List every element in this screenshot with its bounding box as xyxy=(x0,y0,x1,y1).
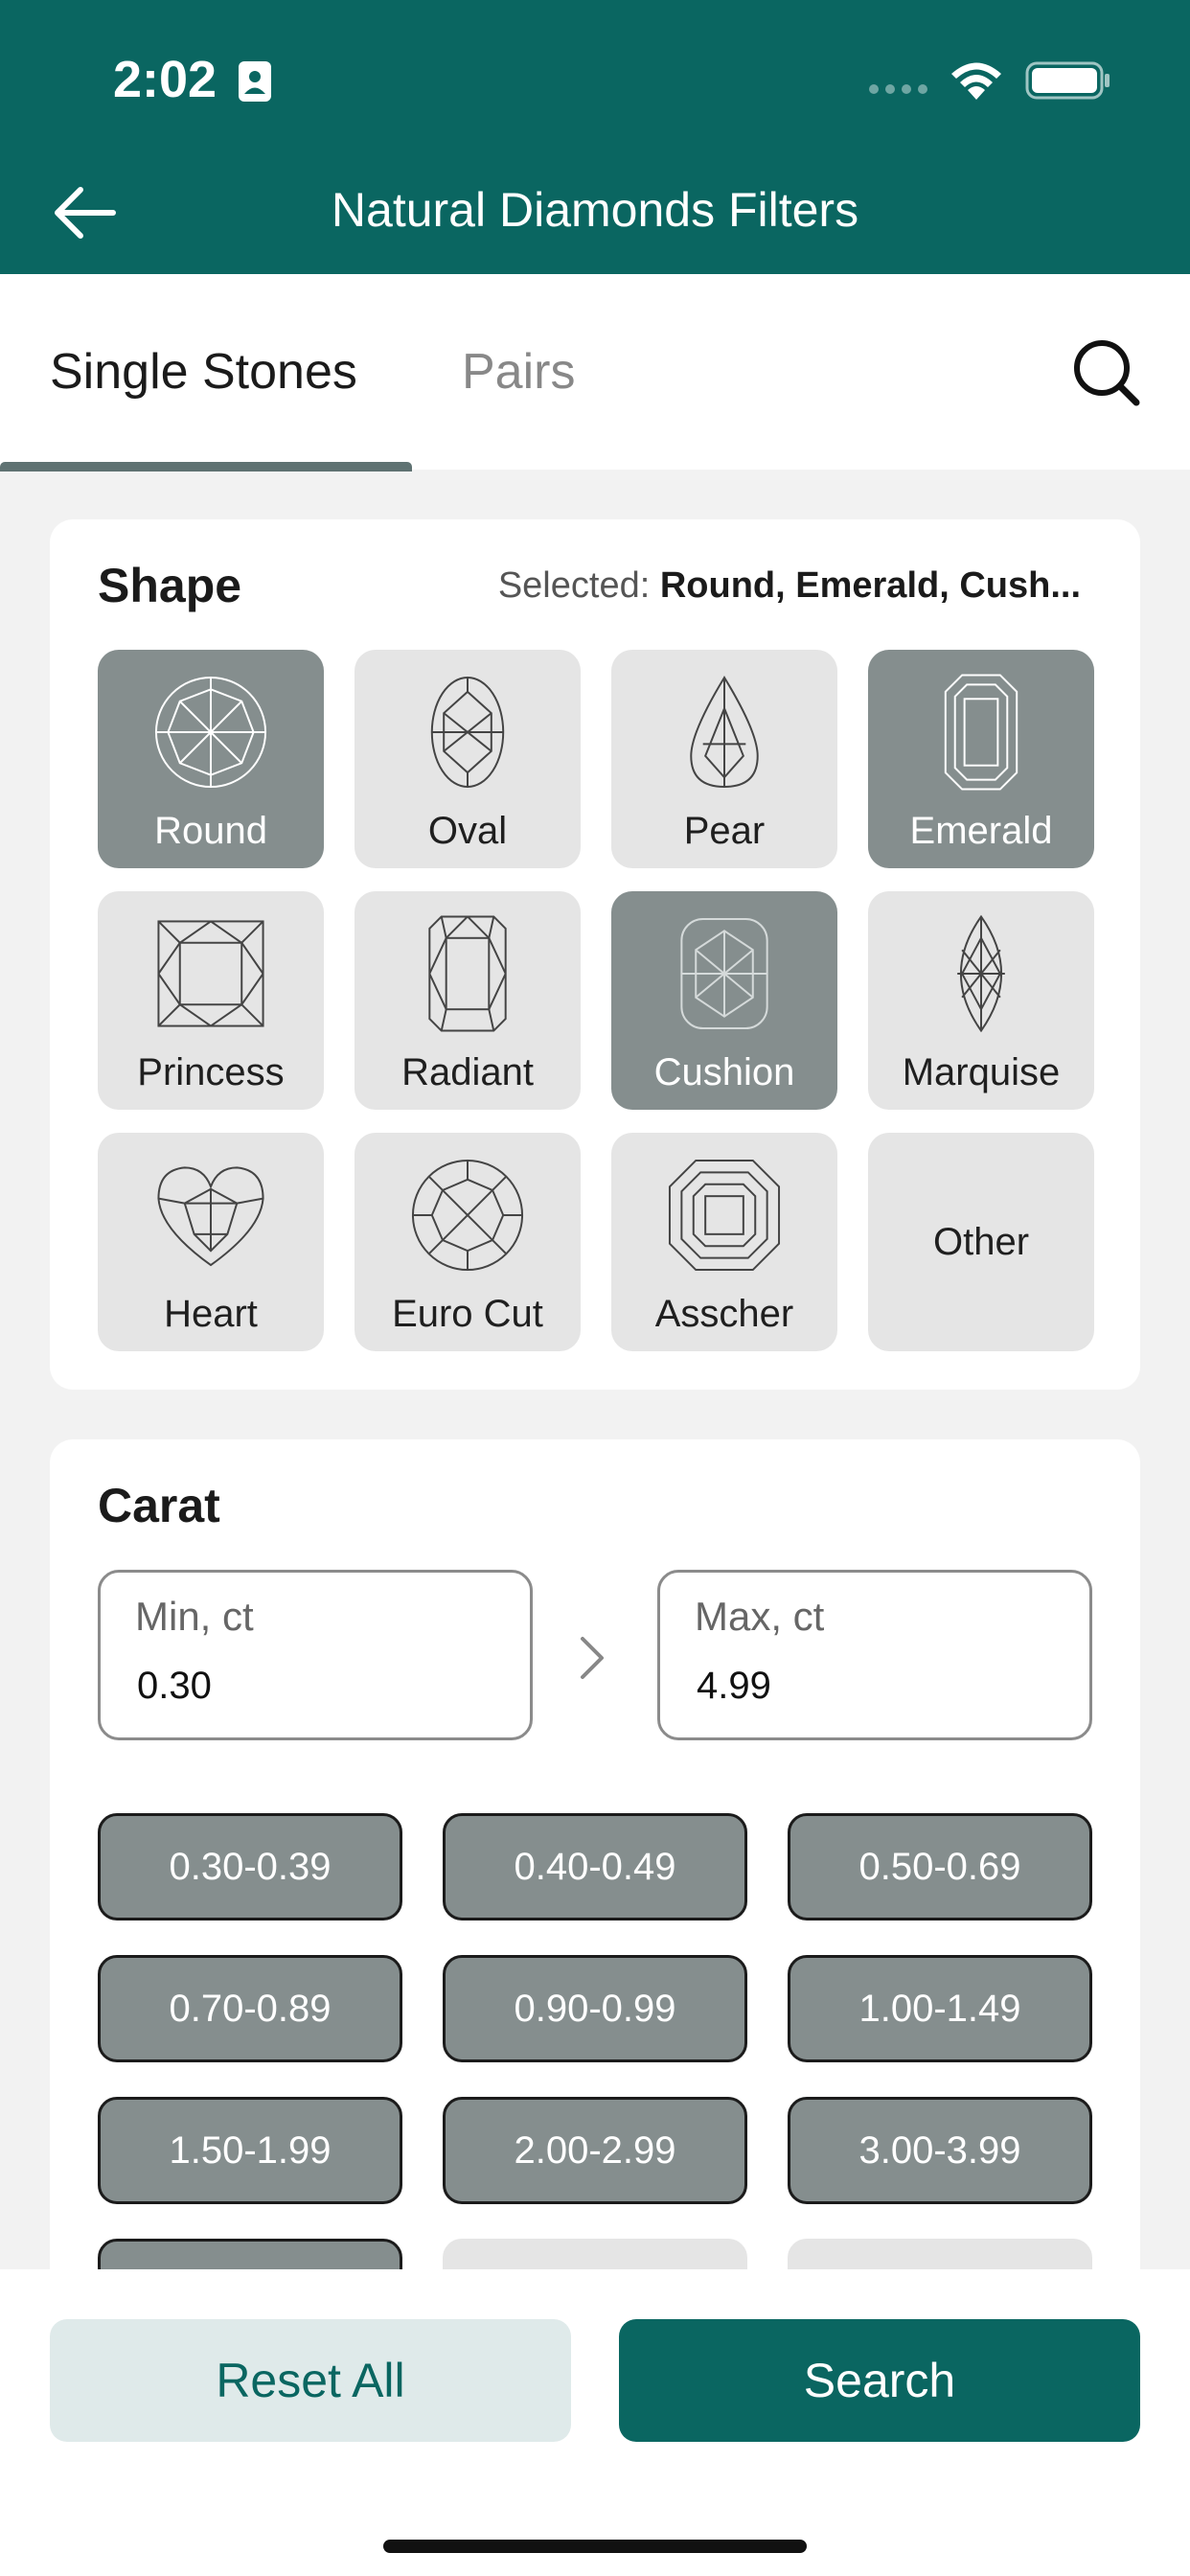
shape-label: Pear xyxy=(683,810,766,852)
emerald-diamond-icon xyxy=(944,674,1018,791)
active-tab-indicator xyxy=(0,462,412,472)
shape-tile-cushion[interactable]: Cushion xyxy=(611,891,837,1110)
carat-range-chip[interactable]: 1.50-1.99 xyxy=(98,2097,402,2204)
shape-label: Other xyxy=(932,1220,1030,1263)
radiant-diamond-icon xyxy=(428,915,507,1032)
app-header: 2:02 Natural Diamonds Filters xyxy=(0,0,1190,274)
max-carat-label: Max, ct xyxy=(695,1594,825,1639)
heart-diamond-icon xyxy=(157,1166,264,1267)
tab-pairs[interactable]: Pairs xyxy=(462,343,575,401)
asscher-diamond-icon xyxy=(668,1159,781,1272)
shape-label: Round xyxy=(154,810,267,852)
shape-label: Euro Cut xyxy=(392,1293,543,1335)
min-carat-label: Min, ct xyxy=(135,1594,254,1639)
battery-icon xyxy=(1025,61,1110,100)
cushion-diamond-icon xyxy=(680,917,768,1030)
pear-diamond-icon xyxy=(690,676,759,789)
shape-label: Princess xyxy=(137,1051,285,1093)
carat-range-chip[interactable]: 1.00-1.49 xyxy=(788,1955,1092,2062)
shape-label: Heart xyxy=(164,1293,258,1335)
shape-label: Marquise xyxy=(902,1051,1061,1093)
shape-tile-radiant[interactable]: Radiant xyxy=(355,891,581,1110)
search-button[interactable]: Search xyxy=(619,2319,1140,2442)
min-carat-field[interactable]: Min, ct xyxy=(98,1570,533,1740)
marquise-diamond-icon xyxy=(957,914,1005,1033)
shape-tile-pear[interactable]: Pear xyxy=(611,650,837,868)
id-card-icon xyxy=(239,61,271,102)
shape-tile-heart[interactable]: Heart xyxy=(98,1133,324,1351)
wifi-icon xyxy=(951,62,1001,100)
shape-label: Cushion xyxy=(653,1051,795,1093)
max-carat-input[interactable] xyxy=(697,1665,1041,1708)
shape-label: Radiant xyxy=(401,1051,534,1093)
shape-tile-oval[interactable]: Oval xyxy=(355,650,581,868)
shape-tile-round[interactable]: Round xyxy=(98,650,324,868)
shape-tile-princess[interactable]: Princess xyxy=(98,891,324,1110)
page-title: Natural Diamonds Filters xyxy=(331,183,859,237)
shape-label: Emerald xyxy=(909,810,1053,852)
reset-all-button[interactable]: Reset All xyxy=(50,2319,571,2442)
max-carat-field[interactable]: Max, ct xyxy=(657,1570,1092,1740)
search-icon[interactable] xyxy=(1069,335,1142,408)
selected-shapes-value: Round, Emerald, Cush... xyxy=(659,565,1081,606)
chevron-right-icon xyxy=(581,1637,604,1679)
selected-shapes-summary: Selected: Round, Emerald, Cush... xyxy=(498,565,1081,607)
carat-range-chip[interactable]: 2.00-2.99 xyxy=(443,2097,747,2204)
home-indicator xyxy=(383,2540,807,2553)
shape-title: Shape xyxy=(98,559,242,612)
shape-tile-asscher[interactable]: Asscher xyxy=(611,1133,837,1351)
carat-range-chip[interactable]: 3.00-3.99 xyxy=(788,2097,1092,2204)
princess-diamond-icon xyxy=(157,920,264,1027)
bottom-action-bar: Reset All Search xyxy=(0,2269,1190,2576)
min-carat-input[interactable] xyxy=(137,1665,482,1708)
carat-title: Carat xyxy=(98,1479,220,1532)
tab-single-stones[interactable]: Single Stones xyxy=(50,343,357,401)
cellular-signal-icon xyxy=(869,84,927,94)
carat-range-chip[interactable]: 0.90-0.99 xyxy=(443,1955,747,2062)
carat-range-chip[interactable]: 0.50-0.69 xyxy=(788,1813,1092,1920)
shape-grid: Round Oval Pear Emerald Princess Radiant… xyxy=(98,650,1094,1351)
round-diamond-icon xyxy=(154,676,267,789)
shape-label: Asscher xyxy=(654,1293,794,1335)
shape-label: Oval xyxy=(427,810,508,852)
shape-tile-other[interactable]: Other xyxy=(868,1133,1094,1351)
shape-tile-emerald[interactable]: Emerald xyxy=(868,650,1094,868)
oval-diamond-icon xyxy=(430,676,505,789)
shape-tile-euro-cut[interactable]: Euro Cut xyxy=(355,1133,581,1351)
tab-bar: Single Stones Pairs xyxy=(0,274,1190,472)
euro-cut-diamond-icon xyxy=(411,1159,524,1272)
shape-tile-marquise[interactable]: Marquise xyxy=(868,891,1094,1110)
carat-range-chip[interactable]: 0.40-0.49 xyxy=(443,1813,747,1920)
carat-range-chip[interactable]: 0.30-0.39 xyxy=(98,1813,402,1920)
shape-filter-card: Shape Selected: Round, Emerald, Cush... … xyxy=(50,519,1140,1390)
status-time: 2:02 xyxy=(113,51,217,108)
carat-range-chip[interactable]: 0.70-0.89 xyxy=(98,1955,402,2062)
selected-prefix: Selected: xyxy=(497,565,651,606)
carat-range-grid: 0.30-0.39 0.40-0.49 0.50-0.69 0.70-0.89 … xyxy=(98,1813,1092,2346)
